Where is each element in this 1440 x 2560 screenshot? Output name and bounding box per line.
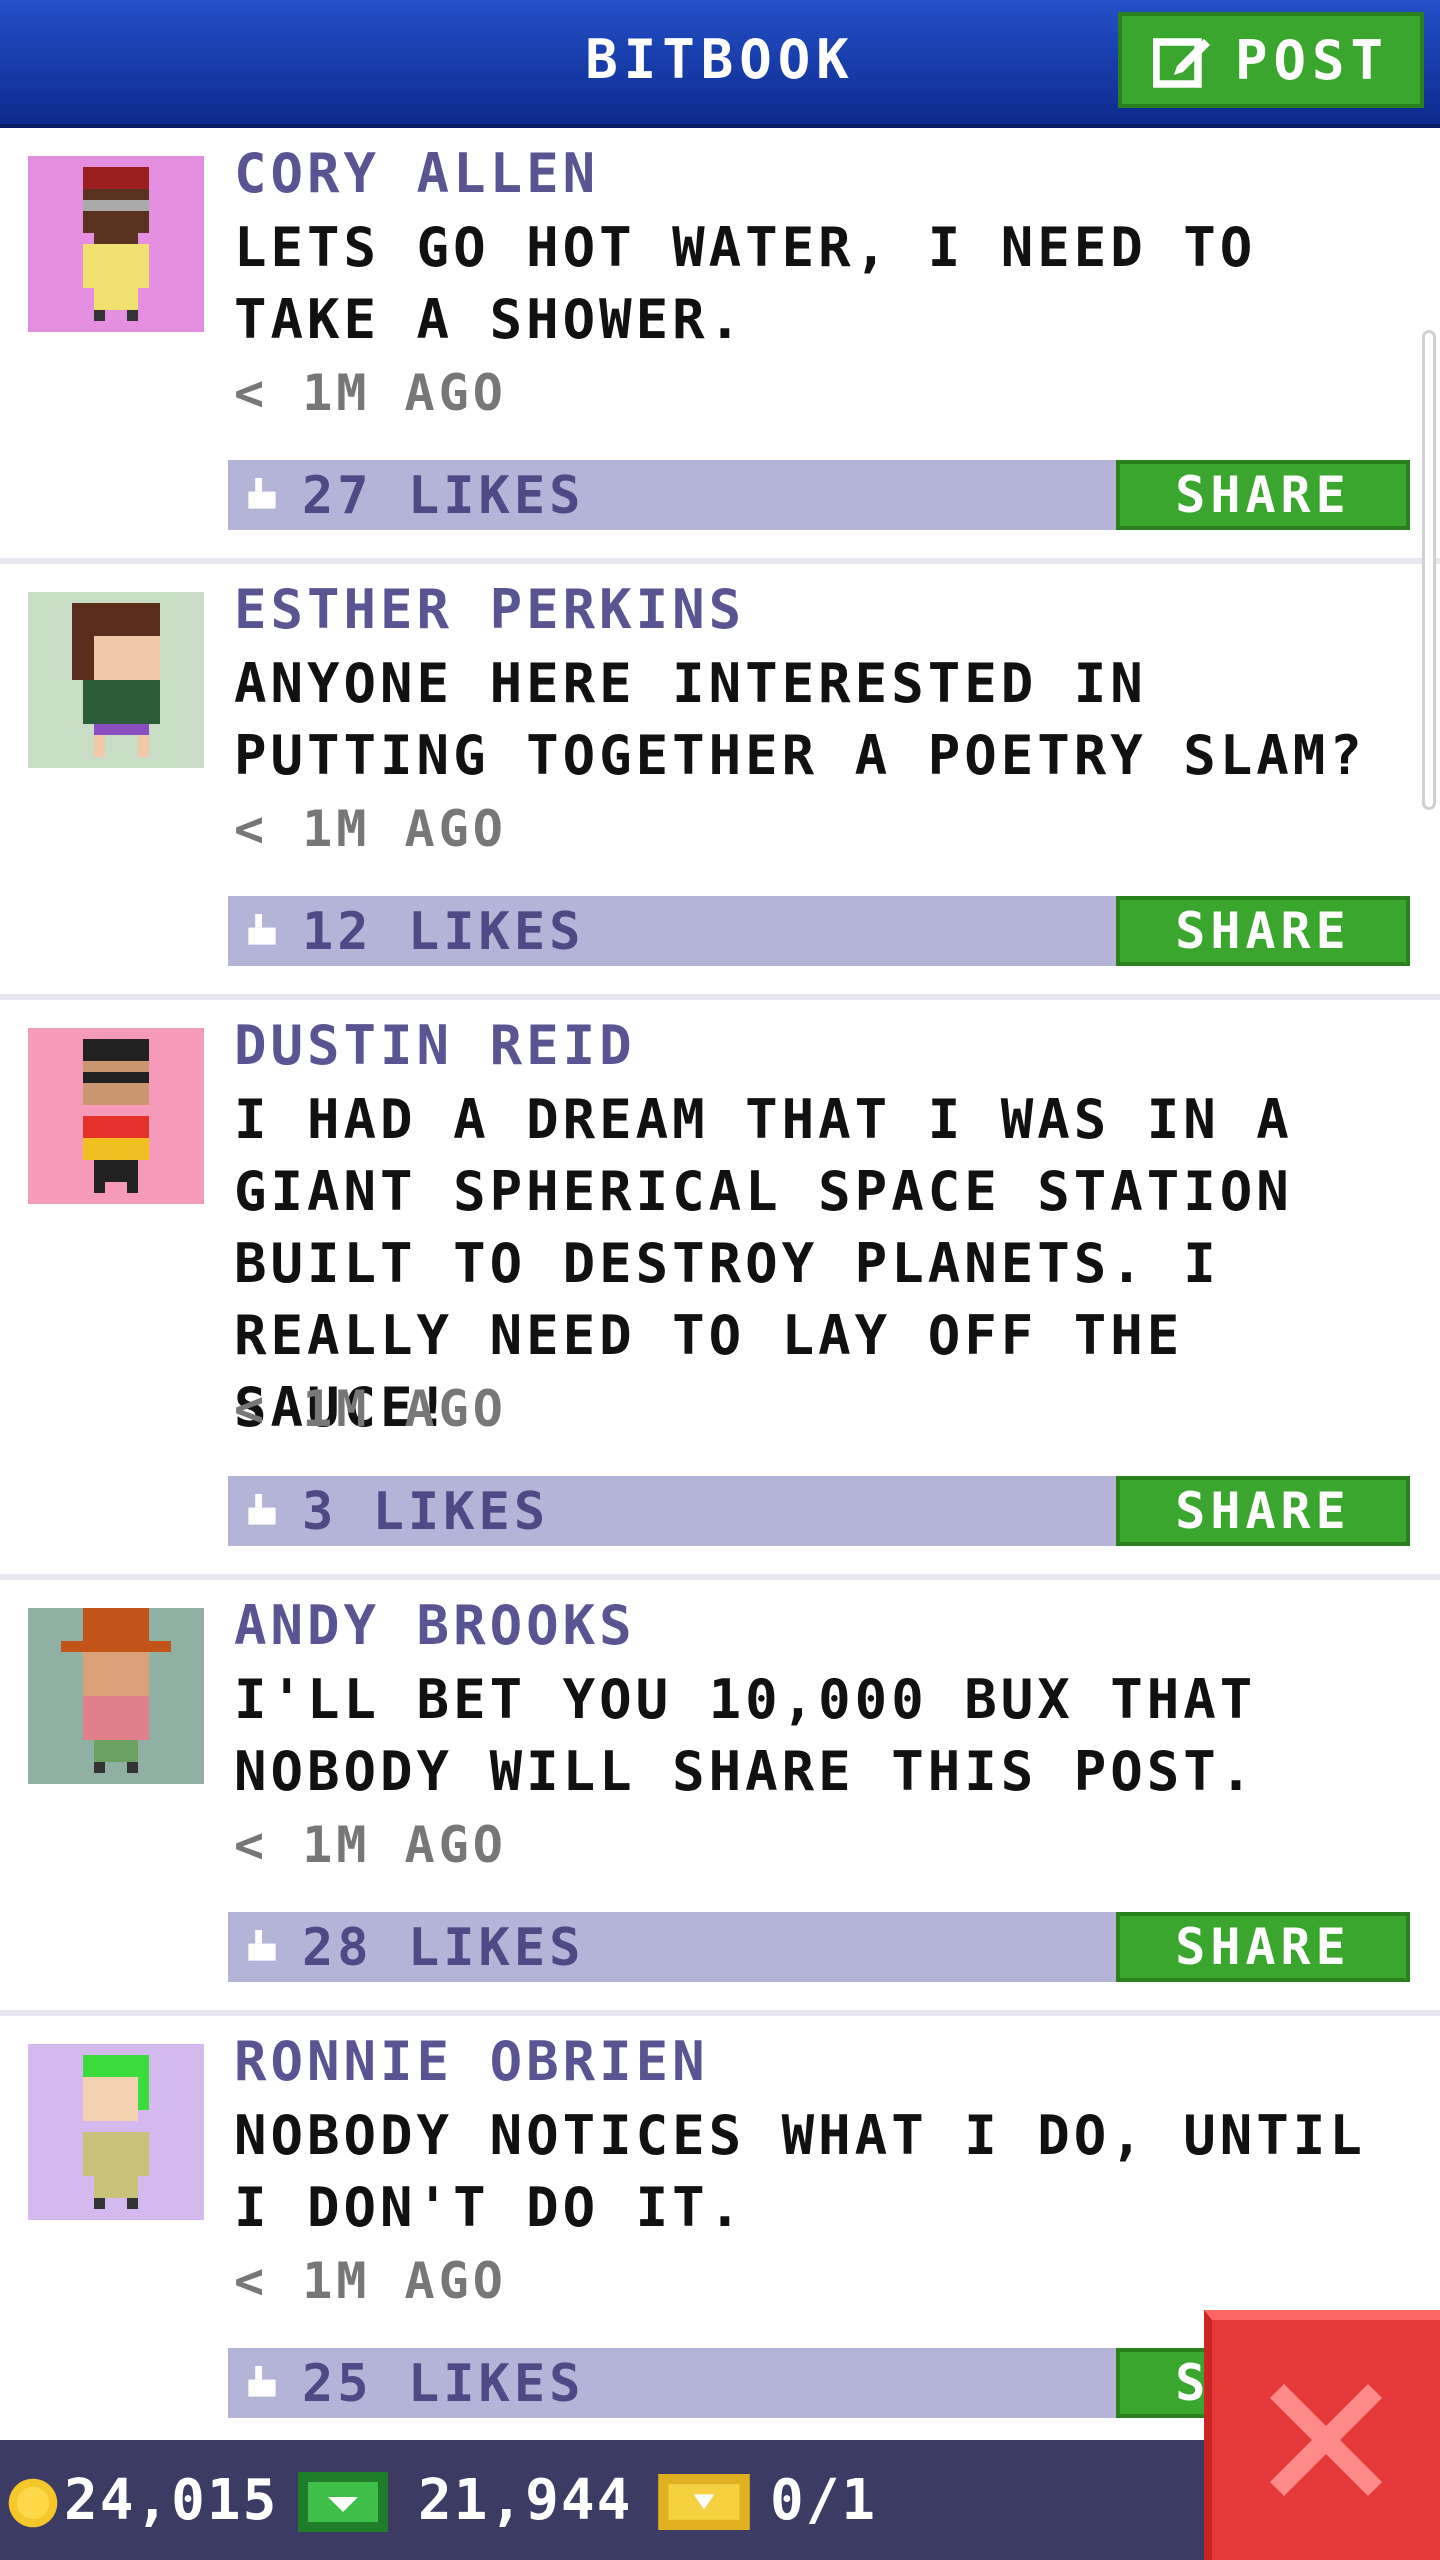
likes-count: 12 LIKES: [302, 902, 585, 962]
avatar[interactable]: [28, 1028, 204, 1204]
share-button[interactable]: SHARE: [1116, 460, 1410, 530]
avatar-dustin-icon: [83, 1039, 149, 1193]
share-button[interactable]: SHARE: [1116, 1912, 1410, 1982]
post-item: ESTHER PERKINS ANYONE HERE INTERESTED IN…: [0, 564, 1440, 1000]
post-message: NOBODY NOTICES WHAT I DO, UNTIL I DON'T …: [234, 2104, 1366, 2239]
likes-count: 27 LIKES: [302, 466, 585, 526]
post-message: LETS GO HOT WATER, I NEED TO TAKE A SHOW…: [234, 216, 1257, 351]
like-icon[interactable]: [244, 914, 280, 948]
tickets-count: 0/1: [770, 2468, 878, 2533]
likes-count: 3 LIKES: [302, 1482, 550, 1542]
post-author[interactable]: DUSTIN REID: [234, 1014, 636, 1077]
post-message: ANYONE HERE INTERESTED IN PUTTING TOGETH…: [234, 652, 1366, 787]
feed[interactable]: CORY ALLEN LETS GO HOT WATER, I NEED TO …: [0, 128, 1440, 2452]
scrollbar[interactable]: [1422, 330, 1436, 810]
likes-count: 25 LIKES: [302, 2354, 585, 2414]
like-icon[interactable]: [244, 1494, 280, 1528]
likes-bar: 28 LIKES SHARE: [228, 1912, 1410, 1982]
like-icon[interactable]: [244, 2366, 280, 2400]
post-timestamp: < 1M AGO: [234, 1816, 507, 1874]
avatar-ronnie-icon: [83, 2055, 149, 2209]
likes-count: 28 LIKES: [302, 1918, 585, 1978]
likes-bar: 3 LIKES SHARE: [228, 1476, 1410, 1546]
avatar[interactable]: [28, 1608, 204, 1784]
edit-icon: [1152, 38, 1210, 88]
post-button[interactable]: POST: [1118, 12, 1424, 108]
avatar-esther-icon: [72, 603, 160, 757]
post-author[interactable]: ESTHER PERKINS: [234, 578, 745, 641]
close-button[interactable]: [1204, 2310, 1440, 2560]
post-author[interactable]: ANDY BROOKS: [234, 1594, 636, 1657]
avatar-andy-icon: [61, 1608, 171, 1773]
likes-bar: 12 LIKES SHARE: [228, 896, 1410, 966]
bux-icon: [298, 2472, 388, 2532]
avatar-cory-icon: [83, 167, 149, 321]
close-icon: [1270, 2384, 1382, 2496]
share-button[interactable]: SHARE: [1116, 1476, 1410, 1546]
post-timestamp: < 1M AGO: [234, 2252, 507, 2310]
post-item: ANDY BROOKS I'LL BET YOU 10,000 BUX THAT…: [0, 1580, 1440, 2016]
post-timestamp: < 1M AGO: [234, 1380, 507, 1438]
share-button[interactable]: SHARE: [1116, 896, 1410, 966]
bux-count: 21,944: [418, 2468, 633, 2533]
app-header: BITBOOK POST: [0, 0, 1440, 128]
post-timestamp: < 1M AGO: [234, 364, 507, 422]
post-button-label: POST: [1234, 28, 1390, 92]
post-item: DUSTIN REID I HAD A DREAM THAT I WAS IN …: [0, 1000, 1440, 1580]
post-author[interactable]: RONNIE OBRIEN: [234, 2030, 709, 2093]
avatar[interactable]: [28, 592, 204, 768]
post-timestamp: < 1M AGO: [234, 800, 507, 858]
post-author[interactable]: CORY ALLEN: [234, 142, 599, 205]
avatar[interactable]: [28, 2044, 204, 2220]
avatar[interactable]: [28, 156, 204, 332]
post-item: CORY ALLEN LETS GO HOT WATER, I NEED TO …: [0, 128, 1440, 564]
coin-icon: [8, 2478, 58, 2528]
like-icon[interactable]: [244, 1930, 280, 1964]
ticket-icon: [658, 2474, 750, 2530]
coins-count: 24,015: [64, 2468, 279, 2533]
likes-bar: 27 LIKES SHARE: [228, 460, 1410, 530]
like-icon[interactable]: [244, 478, 280, 512]
post-message: I'LL BET YOU 10,000 BUX THAT NOBODY WILL…: [234, 1668, 1257, 1803]
